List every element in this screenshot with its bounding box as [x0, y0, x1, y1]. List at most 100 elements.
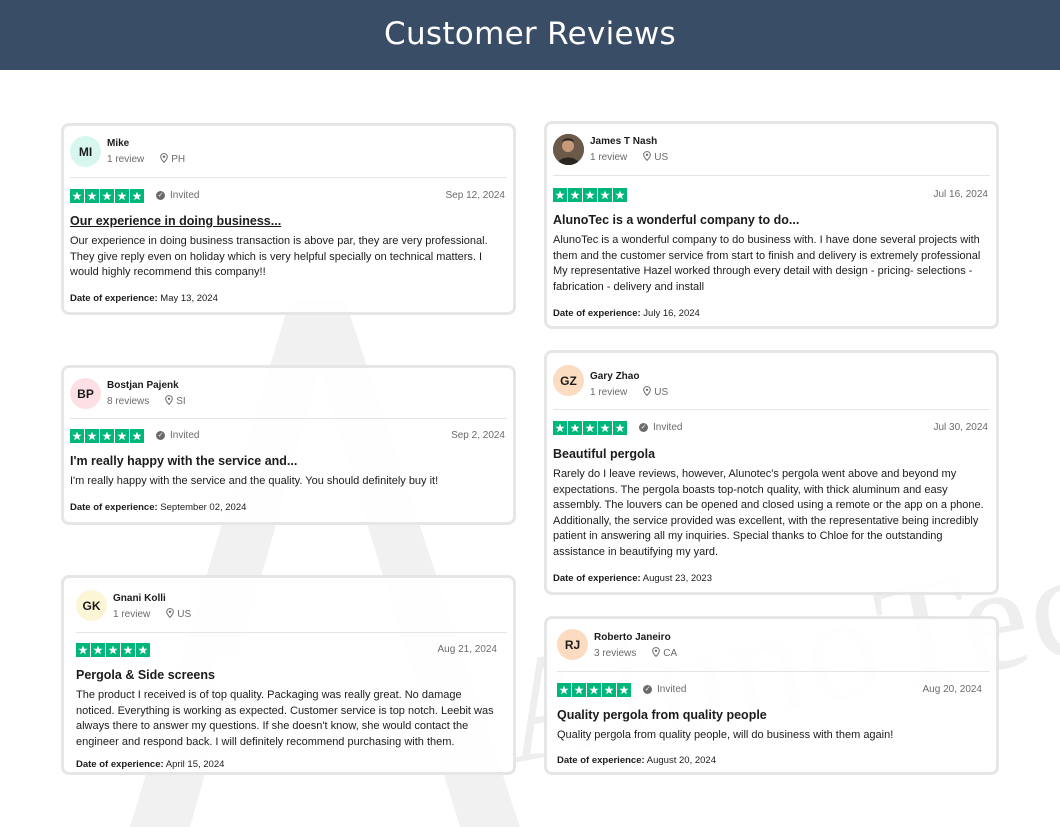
experience-label: Date of experience:: [70, 293, 158, 304]
star-icon: [557, 683, 571, 697]
reviewer-country: CA: [663, 648, 678, 659]
reviewer-name[interactable]: Mike: [107, 138, 129, 149]
experience-date: Date of experience: May 13, 2024: [70, 293, 218, 304]
reviewer-name[interactable]: Gary Zhao: [590, 371, 639, 382]
avatar[interactable]: [553, 134, 584, 165]
review-title[interactable]: I'm really happy with the service and...: [70, 454, 297, 468]
experience-value: August 20, 2024: [646, 755, 716, 766]
divider: [553, 175, 990, 176]
check-circle-icon: ✓: [643, 685, 652, 694]
star-rating: [553, 421, 627, 435]
divider: [70, 418, 507, 419]
avatar-initials: BP: [77, 386, 94, 401]
reviewer-profile: James T Nash 1 review US: [553, 130, 990, 170]
experience-value: April 15, 2024: [165, 759, 225, 770]
star-icon: [115, 429, 129, 443]
experience-value: September 02, 2024: [160, 502, 247, 513]
invited-label: Invited: [653, 422, 683, 433]
review-body: I'm really happy with the service and th…: [70, 475, 439, 487]
divider: [70, 177, 507, 178]
avatar[interactable]: GK: [76, 590, 107, 621]
avatar[interactable]: BP: [70, 378, 101, 409]
user-photo-icon: [553, 134, 584, 165]
star-icon: [613, 421, 627, 435]
avatar-initials: GZ: [560, 373, 577, 388]
review-count: 1 review: [113, 609, 151, 620]
review-title[interactable]: Beautiful pergola: [553, 447, 655, 461]
experience-value: May 13, 2024: [160, 293, 218, 304]
star-icon: [130, 429, 144, 443]
star-icon: [602, 683, 616, 697]
review-title[interactable]: AlunoTec is a wonderful company to do...: [553, 213, 799, 227]
review-title[interactable]: Pergola & Side screens: [76, 668, 215, 682]
experience-value: August 23, 2023: [642, 573, 712, 584]
avatar-initials: RJ: [564, 637, 581, 652]
star-icon: [136, 643, 150, 657]
review-title[interactable]: Our experience in doing business...: [70, 214, 281, 228]
review-date: Aug 21, 2024: [437, 644, 498, 655]
experience-label: Date of experience:: [557, 755, 645, 766]
page-title: Customer Reviews: [384, 16, 676, 52]
star-icon: [85, 189, 99, 203]
reviewer-profile: BP Bostjan Pajenk 8 reviews SI: [70, 374, 507, 414]
reviewer-name[interactable]: Roberto Janeiro: [594, 632, 671, 643]
avatar-initials: MI: [78, 144, 93, 159]
location-pin-icon: [165, 395, 174, 408]
divider: [557, 671, 990, 672]
star-rating: [70, 429, 144, 443]
check-circle-icon: ✓: [156, 431, 165, 440]
avatar[interactable]: MI: [70, 136, 101, 167]
star-icon: [613, 188, 627, 202]
rating-row: ✓ Invited Sep 2, 2024: [70, 429, 507, 443]
review-card: MI Mike 1 review PH ✓ Invited Sep 12, 202…: [61, 123, 516, 315]
reviewer-meta: 1 review US: [590, 386, 668, 399]
avatar[interactable]: GZ: [553, 365, 584, 396]
review-title[interactable]: Quality pergola from quality people: [557, 708, 767, 722]
review-count: 8 reviews: [107, 396, 150, 407]
star-icon: [568, 188, 582, 202]
review-card: BP Bostjan Pajenk 8 reviews SI ✓ Invited …: [61, 365, 516, 525]
star-icon: [617, 683, 631, 697]
reviewer-meta: 8 reviews SI: [107, 395, 186, 408]
reviewer-name[interactable]: Bostjan Pajenk: [107, 380, 179, 391]
rating-row: ✓ Invited Jul 30, 2024: [553, 421, 990, 435]
star-icon: [121, 643, 135, 657]
review-count: 1 review: [107, 154, 145, 165]
location-pin-icon: [652, 647, 661, 660]
reviewer-profile: RJ Roberto Janeiro 3 reviews CA: [557, 625, 990, 665]
review-date: Aug 20, 2024: [922, 684, 983, 695]
reviewer-profile: MI Mike 1 review PH: [70, 132, 507, 172]
star-icon: [598, 188, 612, 202]
avatar-initials: GK: [82, 598, 101, 613]
star-icon: [568, 421, 582, 435]
review-date: Jul 30, 2024: [933, 422, 989, 433]
reviewer-country: SI: [176, 396, 186, 407]
invited-badge: ✓ Invited: [643, 684, 686, 695]
star-icon: [70, 429, 84, 443]
star-icon: [115, 189, 129, 203]
reviewer-country: PH: [171, 154, 186, 165]
review-count: 1 review: [590, 387, 628, 398]
review-body: AlunoTec is a wonderful company to do bu…: [553, 234, 981, 293]
review-body: Quality pergola from quality people, wil…: [557, 729, 894, 741]
star-icon: [583, 421, 597, 435]
reviewer-country: US: [177, 609, 192, 620]
review-date: Sep 2, 2024: [451, 430, 505, 441]
invited-label: Invited: [170, 190, 200, 201]
star-rating: [557, 683, 631, 697]
experience-label: Date of experience:: [76, 759, 164, 770]
reviewer-name[interactable]: James T Nash: [590, 136, 657, 147]
avatar[interactable]: RJ: [557, 629, 588, 660]
experience-date: Date of experience: September 02, 2024: [70, 502, 246, 513]
review-card: James T Nash 1 review US Jul 16, 2024 Al…: [544, 121, 999, 329]
experience-date: Date of experience: August 23, 2023: [553, 573, 712, 584]
divider: [553, 409, 990, 410]
star-rating: [553, 188, 627, 202]
star-icon: [91, 643, 105, 657]
review-date: Jul 16, 2024: [933, 189, 989, 200]
review-count: 3 reviews: [594, 648, 637, 659]
location-pin-icon: [160, 153, 169, 166]
review-card: GK Gnani Kolli 1 review US Aug 21, 2024 …: [61, 575, 516, 775]
reviewer-name[interactable]: Gnani Kolli: [113, 593, 166, 604]
reviewer-meta: 1 review PH: [107, 153, 185, 166]
